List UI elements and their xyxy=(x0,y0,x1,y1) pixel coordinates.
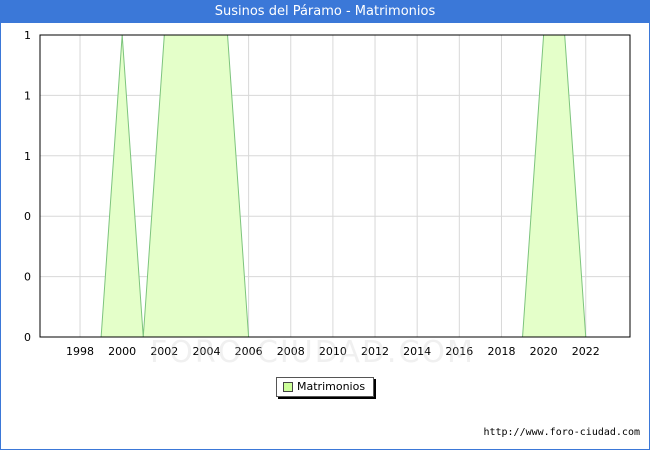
series-area xyxy=(101,35,586,337)
y-tick-label: 1 xyxy=(24,89,31,102)
watermark: FORO-CIUDAD.COM xyxy=(150,335,475,370)
legend-swatch xyxy=(283,382,293,392)
x-tick-label: 2022 xyxy=(572,345,600,358)
y-tick-labels: 0 0 0 1 1 1 xyxy=(24,29,31,344)
area-layer xyxy=(100,34,587,338)
y-tick-label: 0 xyxy=(24,271,31,284)
y-tick-label: 0 xyxy=(24,210,31,223)
x-tick-label: 2020 xyxy=(530,345,558,358)
y-tick-label: 1 xyxy=(24,29,31,42)
y-tick-label: 0 xyxy=(24,331,31,344)
x-tick-label: 2018 xyxy=(487,345,515,358)
legend: Matrimonios xyxy=(276,377,374,397)
y-tick-label: 1 xyxy=(24,150,31,163)
x-tick-label: 2000 xyxy=(108,345,136,358)
x-tick-label: 1998 xyxy=(66,345,94,358)
source-url: http://www.foro-ciudad.com xyxy=(483,427,640,438)
legend-label: Matrimonios xyxy=(297,380,366,393)
